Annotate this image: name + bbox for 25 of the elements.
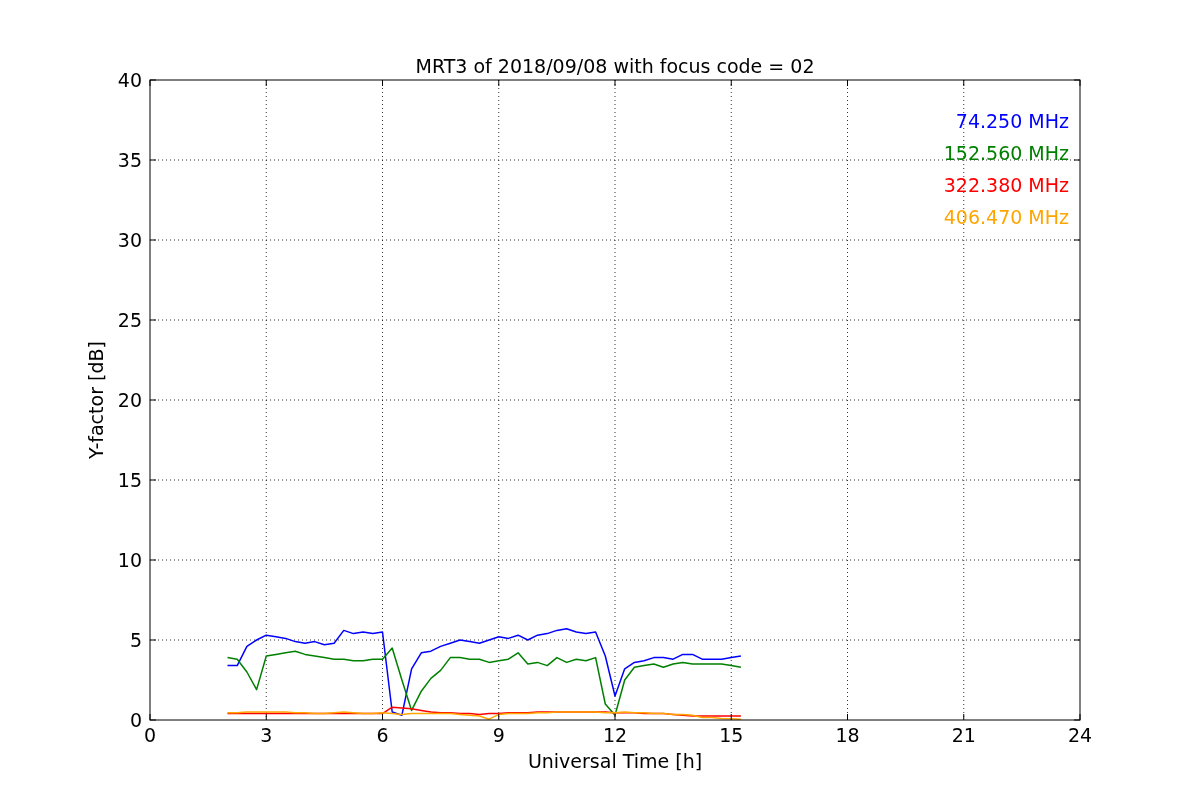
x-tick-label: 0 xyxy=(143,724,157,746)
y-tick-label: 25 xyxy=(117,309,142,331)
y-tick-label: 10 xyxy=(117,549,142,571)
x-tick-label: 21 xyxy=(951,724,976,746)
y-tick-label: 35 xyxy=(117,149,142,171)
chart-title: MRT3 of 2018/09/08 with focus code = 02 xyxy=(415,55,815,77)
legend-label: 152.560 MHz xyxy=(943,142,1069,164)
legend-label: 322.380 MHz xyxy=(943,174,1069,196)
legend-label: 74.250 MHz xyxy=(955,110,1069,132)
x-tick-label: 12 xyxy=(602,724,628,746)
x-tick-label: 6 xyxy=(376,724,389,746)
y-tick-label: 20 xyxy=(117,389,142,411)
y-axis-label: Y-factor [dB] xyxy=(85,341,107,459)
x-tick-label: 3 xyxy=(260,724,273,746)
y-tick-label: 0 xyxy=(129,709,142,731)
x-axis-label: Universal Time [h] xyxy=(527,750,703,772)
y-tick-label: 30 xyxy=(117,229,142,251)
x-tick-label: 15 xyxy=(719,724,744,746)
legend-label: 406.470 MHz xyxy=(943,206,1069,228)
y-tick-label: 40 xyxy=(117,69,142,91)
y-tick-label: 15 xyxy=(117,469,142,491)
x-tick-label: 24 xyxy=(1067,724,1093,746)
y-tick-label: 5 xyxy=(129,629,142,651)
x-tick-label: 9 xyxy=(492,724,505,746)
x-tick-label: 18 xyxy=(835,724,860,746)
